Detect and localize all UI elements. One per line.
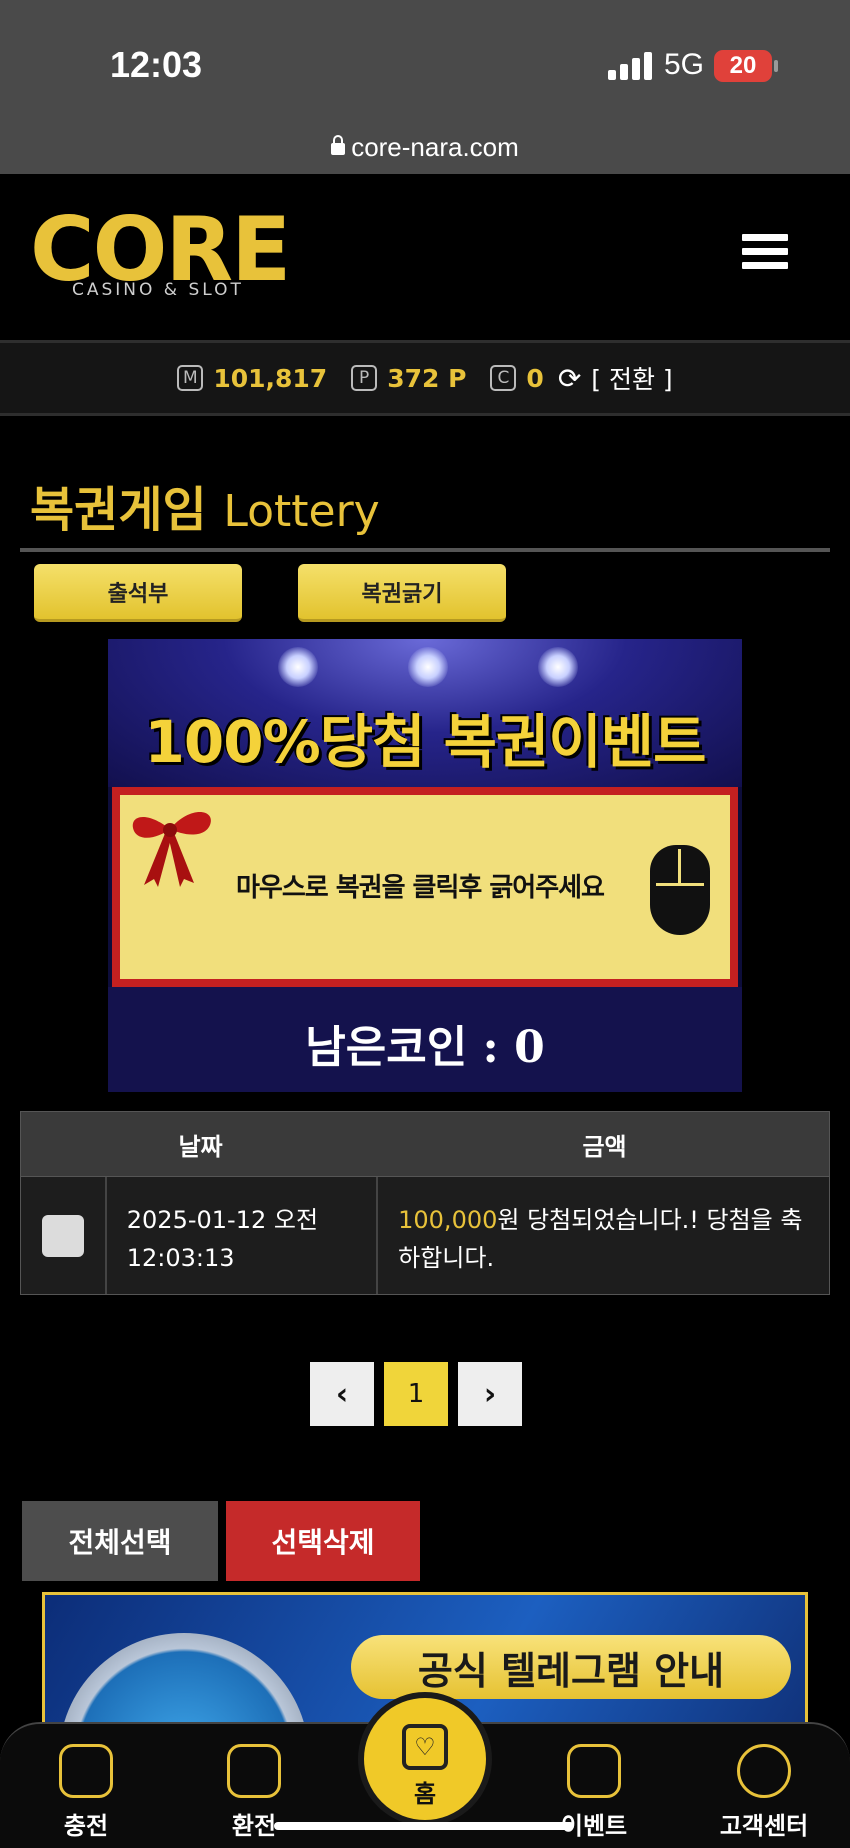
row-checkbox-cell xyxy=(21,1177,107,1294)
logo-subtitle: CASINO & SLOT xyxy=(72,280,244,300)
scratch-ticket[interactable]: 마우스로 복권을 클릭후 긁어주세요 xyxy=(112,787,738,987)
spotlight-icon xyxy=(538,647,578,687)
remaining-coins: 남은코인 : 0 xyxy=(305,1022,545,1073)
divider xyxy=(20,548,830,552)
page-1-button[interactable]: 1 xyxy=(384,1362,448,1426)
nav-support-label: 고객센터 xyxy=(719,1812,809,1840)
nav-deposit[interactable]: 충전 xyxy=(26,1744,146,1841)
row-date: 2025-01-12 오전 12:03:13 xyxy=(107,1177,379,1294)
ticket-instruction: 마우스로 복권을 클릭후 긁어주세요 xyxy=(236,873,605,903)
banner-headline: 100%당첨 복권이벤트 xyxy=(144,708,707,776)
home-indicator[interactable] xyxy=(274,1822,574,1830)
page-title-en: Lottery xyxy=(223,486,380,537)
row-amount-cell: 100,000원 당첨되었습니다.! 당첨을 축하합니다. xyxy=(378,1177,829,1294)
pagination: ‹ 1 › xyxy=(310,1362,522,1426)
row-checkbox[interactable] xyxy=(41,1215,84,1257)
delete-selected-button[interactable]: 선택삭제 xyxy=(226,1501,420,1581)
switch-button[interactable]: [ 전환 ] xyxy=(591,360,672,396)
page-title-ko: 복권게임 xyxy=(30,482,207,538)
support-icon xyxy=(737,1744,791,1798)
status-bar: 12:03 5G 20 xyxy=(0,0,850,128)
url-text: core-nara.com xyxy=(351,131,519,162)
spotlight-icon xyxy=(278,647,318,687)
page-title: 복권게임 Lottery xyxy=(30,470,380,540)
table-row: 2025-01-12 오전 12:03:13 100,000원 당첨되었습니다.… xyxy=(20,1177,830,1295)
prev-page-button[interactable]: ‹ xyxy=(310,1362,374,1426)
point-icon: P xyxy=(351,365,378,391)
banner-top: 100%당첨 복권이벤트 xyxy=(108,639,742,787)
telegram-label: 공식 텔레그램 안내 xyxy=(351,1635,791,1699)
spotlight-icon xyxy=(408,647,448,687)
refresh-icon[interactable]: ⟳ xyxy=(558,362,581,395)
nav-deposit-label: 충전 xyxy=(63,1812,109,1840)
next-page-button[interactable]: › xyxy=(458,1362,522,1426)
gift-icon xyxy=(567,1744,621,1798)
home-heart-icon: ♡ xyxy=(402,1724,448,1770)
tab-scratch-lottery[interactable]: 복권긁기 xyxy=(298,564,506,622)
logo[interactable]: CORE CASINO & SLOT xyxy=(30,198,291,304)
battery-icon: 20 xyxy=(714,50,778,82)
withdraw-icon xyxy=(227,1744,281,1798)
lottery-banner[interactable]: 100%당첨 복권이벤트 마우스로 복권을 클릭후 긁어주세요 남은코인 : 0 xyxy=(108,639,742,1092)
lock-icon xyxy=(331,135,346,155)
lottery-history-table: 날짜 금액 2025-01-12 오전 12:03:13 100,000원 당첨… xyxy=(20,1111,830,1295)
site-header: CORE CASINO & SLOT xyxy=(0,174,850,340)
status-time: 12:03 xyxy=(110,44,203,85)
coin-icon: C xyxy=(490,365,517,391)
coin-balance: 0 xyxy=(526,363,544,393)
signal-icon xyxy=(608,52,652,80)
money-icon: M xyxy=(177,365,204,391)
mouse-icon xyxy=(650,845,710,935)
ribbon-icon xyxy=(132,812,211,887)
money-balance: 101,817 xyxy=(213,363,328,393)
column-amount: 금액 xyxy=(582,1132,627,1161)
balance-bar: M 101,817 P 372 P C 0 ⟳ [ 전환 ] xyxy=(0,340,850,416)
table-header: 날짜 금액 xyxy=(20,1111,830,1177)
nav-home-label: 홈 xyxy=(413,1780,437,1808)
select-all-button[interactable]: 전체선택 xyxy=(22,1501,218,1581)
network-type: 5G xyxy=(664,48,705,81)
point-balance: 372 P xyxy=(387,363,467,393)
column-date: 날짜 xyxy=(178,1132,223,1161)
nav-home[interactable]: ♡ 홈 xyxy=(358,1692,492,1826)
address-bar[interactable]: core-nara.com xyxy=(0,120,850,174)
deposit-icon xyxy=(59,1744,113,1798)
nav-support[interactable]: 고객센터 xyxy=(704,1744,824,1841)
hamburger-menu-icon[interactable] xyxy=(742,234,788,274)
row-amount: 100,000 xyxy=(398,1206,498,1234)
tab-attendance[interactable]: 출석부 xyxy=(34,564,242,622)
